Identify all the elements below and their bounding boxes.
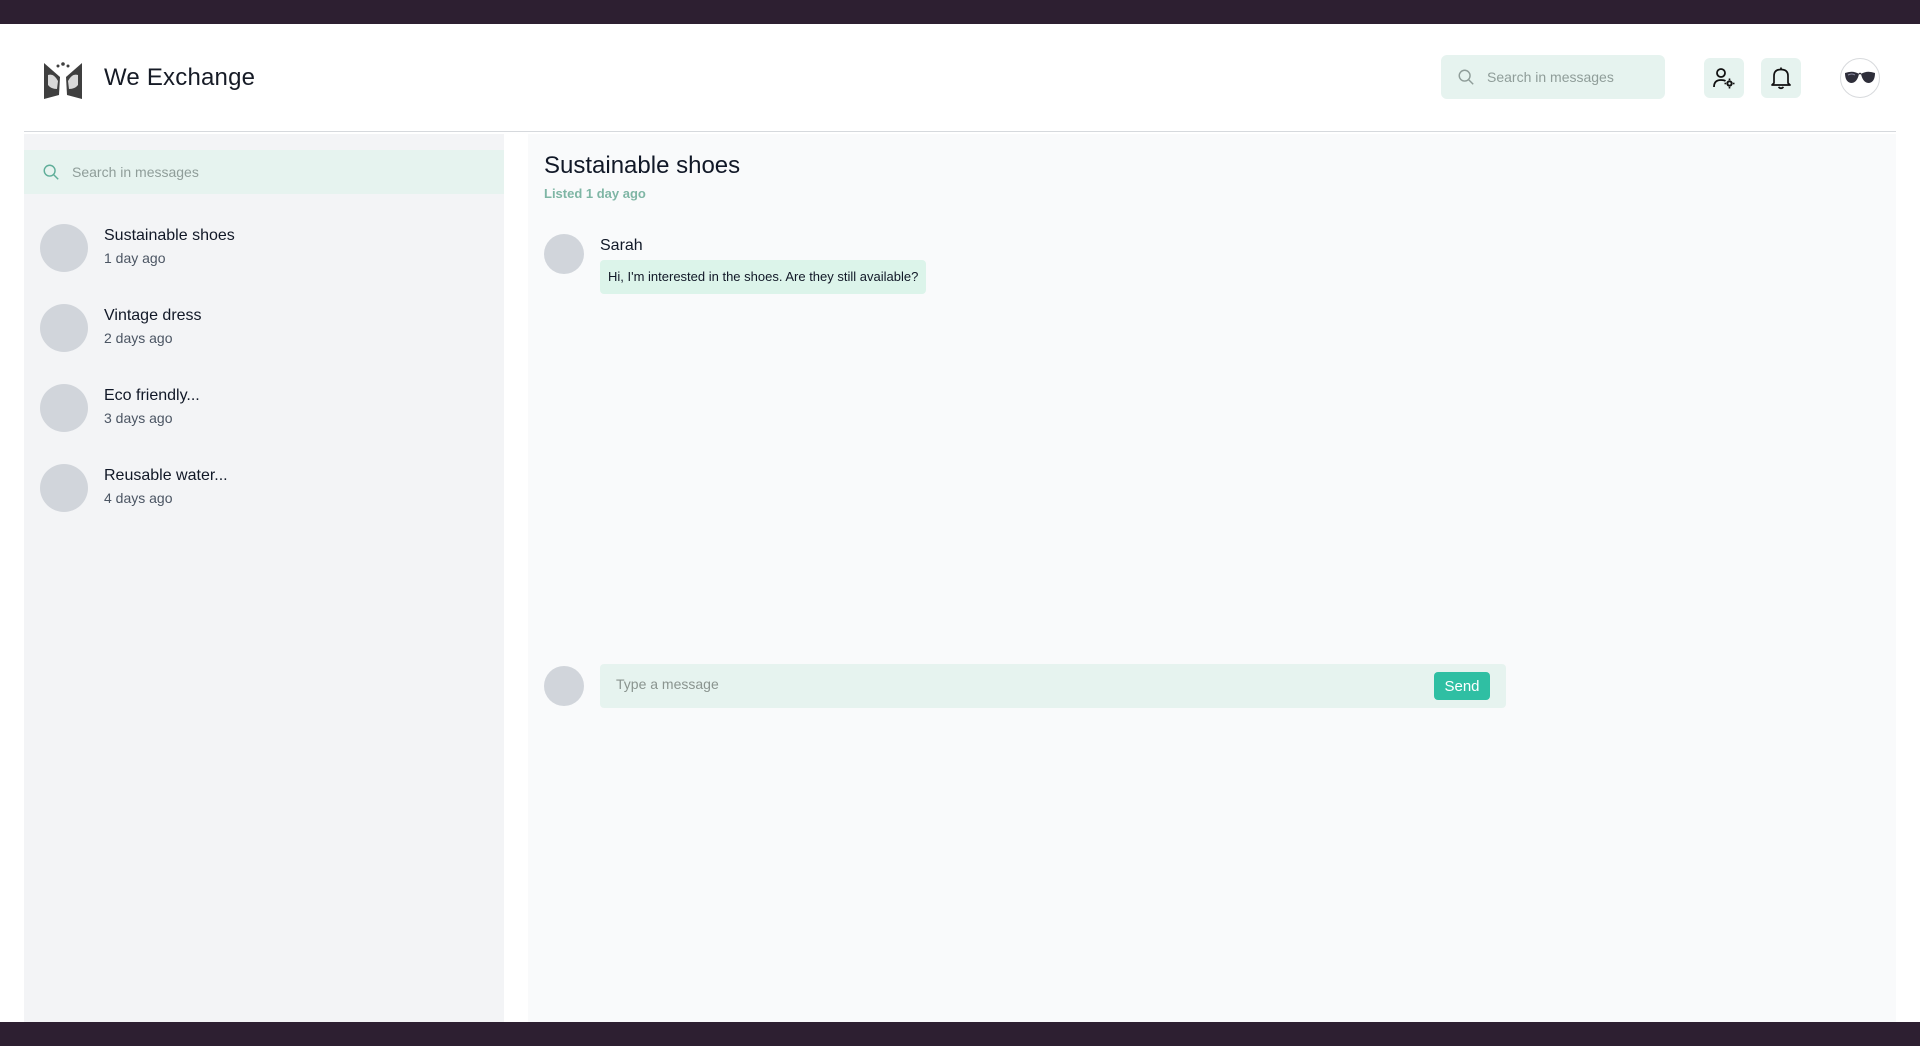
brand-name[interactable]: We Exchange [104,64,255,92]
send-button[interactable]: Send [1434,672,1490,700]
chat-subtitle: Listed 1 day ago [544,186,646,201]
avatar [544,234,584,274]
chat-panel: Sustainable shoes Listed 1 day ago Sarah… [528,134,1896,1022]
conversation-time: 2 days ago [104,330,173,346]
conversation-time: 4 days ago [104,490,173,506]
conversation-item[interactable]: Reusable water... 4 days ago [24,450,504,530]
conversation-title: Sustainable shoes [104,227,235,244]
conversation-item[interactable]: Vintage dress 2 days ago [24,290,504,370]
conversation-item[interactable]: Eco friendly... 3 days ago [24,370,504,450]
conversation-item[interactable]: Sustainable shoes 1 day ago [24,210,504,290]
app-window: We Exchange Search in messages Search in… [0,24,1920,1022]
conversation-title: Eco friendly... [104,387,200,404]
user-settings-button[interactable] [1704,58,1744,98]
search-icon [1458,69,1474,85]
conversation-title: Vintage dress [104,307,202,324]
conversation-title: Reusable water... [104,467,228,484]
chat-title: Sustainable shoes [544,152,741,179]
header-search[interactable] [1441,55,1665,99]
sunglasses-avatar-icon [1845,71,1875,83]
avatar [40,224,88,272]
message-sender: Sarah [600,237,643,254]
conversation-time: 3 days ago [104,410,173,426]
message-composer: Send [600,664,1506,708]
notifications-button[interactable] [1761,58,1801,98]
message-input[interactable] [616,676,1396,692]
bell-icon [1771,67,1791,90]
message-bubble: Hi, I'm interested in the shoes. Are the… [600,260,927,294]
conversation-list: Sustainable shoes 1 day ago Vintage dres… [24,210,504,530]
search-icon [43,164,59,180]
avatar [40,384,88,432]
conversation-sidebar: Sustainable shoes 1 day ago Vintage dres… [24,134,504,1022]
avatar [544,666,584,706]
sidebar-search-input[interactable] [72,164,472,180]
profile-avatar[interactable] [1840,58,1880,98]
sidebar-search[interactable] [24,150,504,194]
butterfly-logo-icon[interactable] [42,59,84,101]
top-header: We Exchange [24,24,1896,132]
avatar [40,464,88,512]
user-settings-icon [1713,68,1735,89]
header-search-input[interactable] [1487,69,1657,85]
conversation-time: 1 day ago [104,250,166,266]
avatar [40,304,88,352]
